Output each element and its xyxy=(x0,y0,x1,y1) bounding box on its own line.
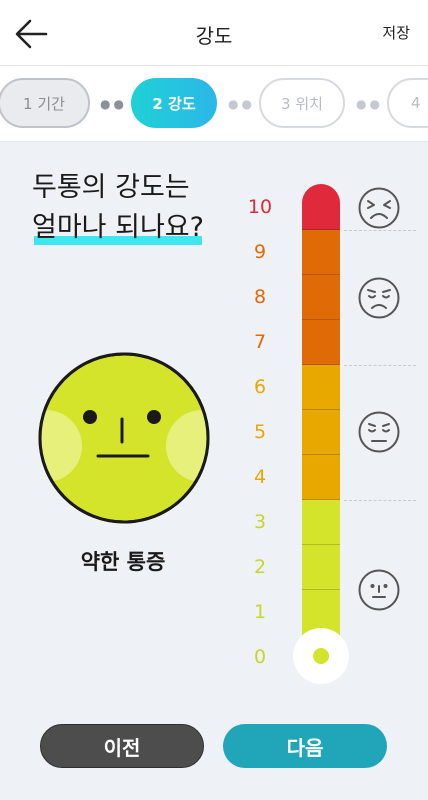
step-duration[interactable]: 1 기간 xyxy=(0,78,90,128)
level-6-segment[interactable] xyxy=(302,365,340,410)
mild-pain-face-icon xyxy=(357,568,401,612)
save-button[interactable]: 저장 xyxy=(382,22,410,43)
scale-number-9[interactable]: 9 xyxy=(240,241,280,263)
next-button[interactable]: 다음 xyxy=(223,724,387,768)
pain-level-label: 약한 통증 xyxy=(80,550,166,574)
level-10-segment[interactable] xyxy=(302,184,340,230)
severe-pain-face-icon xyxy=(357,186,401,230)
step-intensity[interactable]: 2 강도 xyxy=(131,78,217,128)
scale-number-3[interactable]: 3 xyxy=(240,511,280,533)
high-pain-face-icon xyxy=(357,276,401,320)
scale-number-0[interactable]: 0 xyxy=(240,646,280,668)
pain-face-icon xyxy=(38,352,210,528)
page-title: 강도 xyxy=(195,24,233,48)
scale-number-7[interactable]: 7 xyxy=(240,331,280,353)
scale-number-1[interactable]: 1 xyxy=(240,601,280,623)
step-separator: ●● xyxy=(100,97,127,111)
step-separator: ●● xyxy=(356,97,383,111)
scale-number-2[interactable]: 2 xyxy=(240,556,280,578)
question-line-2-text: 얼마나 되나요? xyxy=(32,212,204,243)
step-location[interactable]: 3 위치 xyxy=(259,78,345,128)
level-5-segment[interactable] xyxy=(302,410,340,455)
moderate-pain-face-icon xyxy=(357,410,401,454)
level-2-segment[interactable] xyxy=(302,545,340,590)
step-separator: ●● xyxy=(228,97,255,111)
back-arrow-icon[interactable] xyxy=(14,16,50,52)
level-8-segment[interactable] xyxy=(302,275,340,320)
level-3-segment[interactable] xyxy=(302,500,340,545)
divider xyxy=(344,230,416,231)
level-7-segment[interactable] xyxy=(302,320,340,365)
level-9-segment[interactable] xyxy=(302,230,340,275)
scale-number-5[interactable]: 5 xyxy=(240,421,280,443)
scale-number-6[interactable]: 6 xyxy=(240,376,280,398)
question-line-1: 두통의 강도는 xyxy=(32,172,190,203)
question-text: 두통의 강도는 얼마나 되나요? xyxy=(32,168,204,248)
step-label: 3 위치 xyxy=(281,94,323,113)
step-label: 1 기간 xyxy=(23,94,65,113)
level-4-segment[interactable] xyxy=(302,455,340,500)
scale-number-8[interactable]: 8 xyxy=(240,286,280,308)
slider-handle-dot xyxy=(313,648,329,664)
step-label: 2 강도 xyxy=(152,94,196,113)
step-indicator: 1 기간 ●● 2 강도 ●● 3 위치 ●● 4 xyxy=(0,66,428,142)
step-label: 4 xyxy=(411,94,421,112)
scale-number-4[interactable]: 4 xyxy=(240,466,280,488)
step-next[interactable]: 4 xyxy=(387,78,428,128)
previous-button[interactable]: 이전 xyxy=(40,724,204,768)
divider xyxy=(344,365,416,366)
question-line-2: 얼마나 되나요? xyxy=(32,208,204,248)
top-app-bar: 강도 저장 xyxy=(0,0,428,66)
scale-number-10[interactable]: 10 xyxy=(240,196,280,218)
divider xyxy=(344,500,416,501)
slider-handle[interactable] xyxy=(293,628,349,684)
